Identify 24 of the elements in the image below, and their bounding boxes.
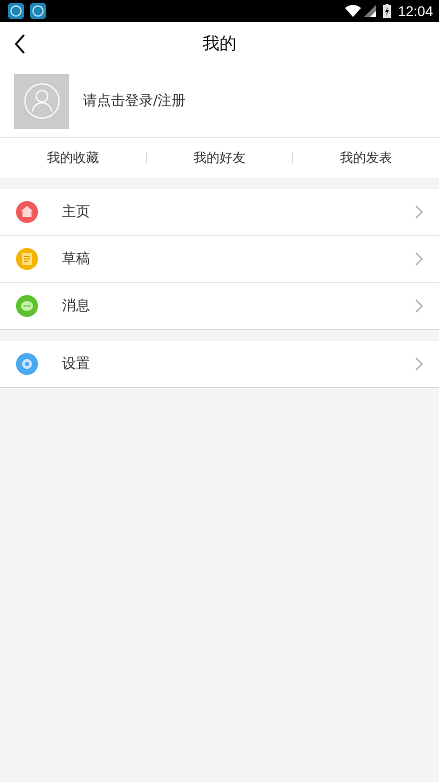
document-icon	[16, 248, 38, 270]
profile-tab[interactable]: 我的好友	[146, 149, 292, 167]
chat-icon	[16, 295, 38, 317]
battery-icon	[382, 4, 391, 18]
menu-item[interactable]: 草稿	[0, 235, 439, 282]
page-title: 我的	[202, 33, 236, 55]
settings-icon	[16, 353, 38, 375]
menu-item[interactable]: 设置	[0, 341, 439, 387]
signal-icon	[364, 5, 376, 17]
profile-tab[interactable]: 我的收藏	[0, 149, 146, 167]
app-icon	[8, 3, 24, 19]
menu-item[interactable]: 消息	[0, 282, 439, 329]
chevron-icon	[415, 205, 423, 219]
menu-item[interactable]: 主页	[0, 189, 439, 235]
chevron-icon	[415, 252, 423, 266]
app-icon	[30, 3, 46, 19]
profile-tab[interactable]: 我的发表	[293, 149, 439, 167]
home-icon	[16, 201, 38, 223]
chevron-icon	[415, 357, 423, 371]
login-link[interactable]: 请点击登录/注册	[83, 92, 186, 110]
wifi-icon	[344, 5, 361, 17]
status-time: 12:04	[398, 3, 433, 19]
back-icon[interactable]	[14, 34, 26, 54]
chevron-icon	[415, 299, 423, 313]
